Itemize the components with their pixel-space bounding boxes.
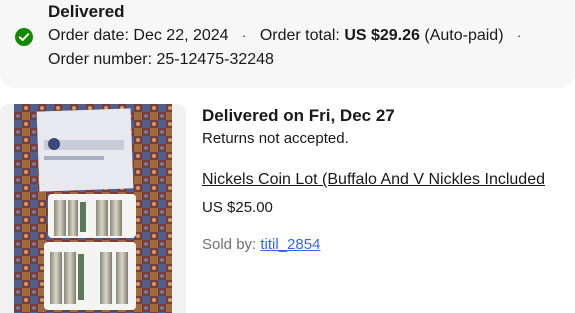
- order-status-card: Delivered Order date: Dec 22, 2024 · Ord…: [0, 0, 575, 88]
- item-thumbnail[interactable]: [0, 104, 186, 313]
- delivery-date-heading: Delivered on Fri, Dec 27: [202, 106, 395, 125]
- order-total-label: Order total:: [259, 27, 340, 44]
- check-circle-icon: [15, 28, 33, 46]
- order-total-value: US $29.26: [344, 27, 420, 44]
- order-date-label: Order date:: [48, 27, 129, 44]
- coin-rolls-photo: [14, 104, 172, 313]
- seller-label: Sold by:: [202, 236, 257, 253]
- order-number-label: Order number:: [48, 51, 153, 68]
- payment-note: (Auto-paid): [424, 27, 504, 44]
- order-status-title: Delivered: [48, 2, 125, 21]
- separator-dot: ·: [516, 28, 522, 43]
- order-number-line: Order number: 25-12475-32248: [48, 49, 274, 71]
- seller-line: Sold by: titil_2854: [202, 235, 320, 255]
- returns-policy-text: Returns not accepted.: [202, 130, 349, 147]
- order-number-value: 25-12475-32248: [156, 51, 274, 68]
- order-meta-line: Order date: Dec 22, 2024 · Order total: …: [48, 25, 530, 47]
- item-title-link[interactable]: Nickels Coin Lot (Buffalo And V Nickles …: [202, 169, 545, 190]
- seller-link[interactable]: titil_2854: [260, 236, 320, 253]
- order-date-value: Dec 22, 2024: [133, 27, 229, 44]
- item-price: US $25.00: [202, 199, 273, 216]
- separator-dot: ·: [242, 28, 247, 43]
